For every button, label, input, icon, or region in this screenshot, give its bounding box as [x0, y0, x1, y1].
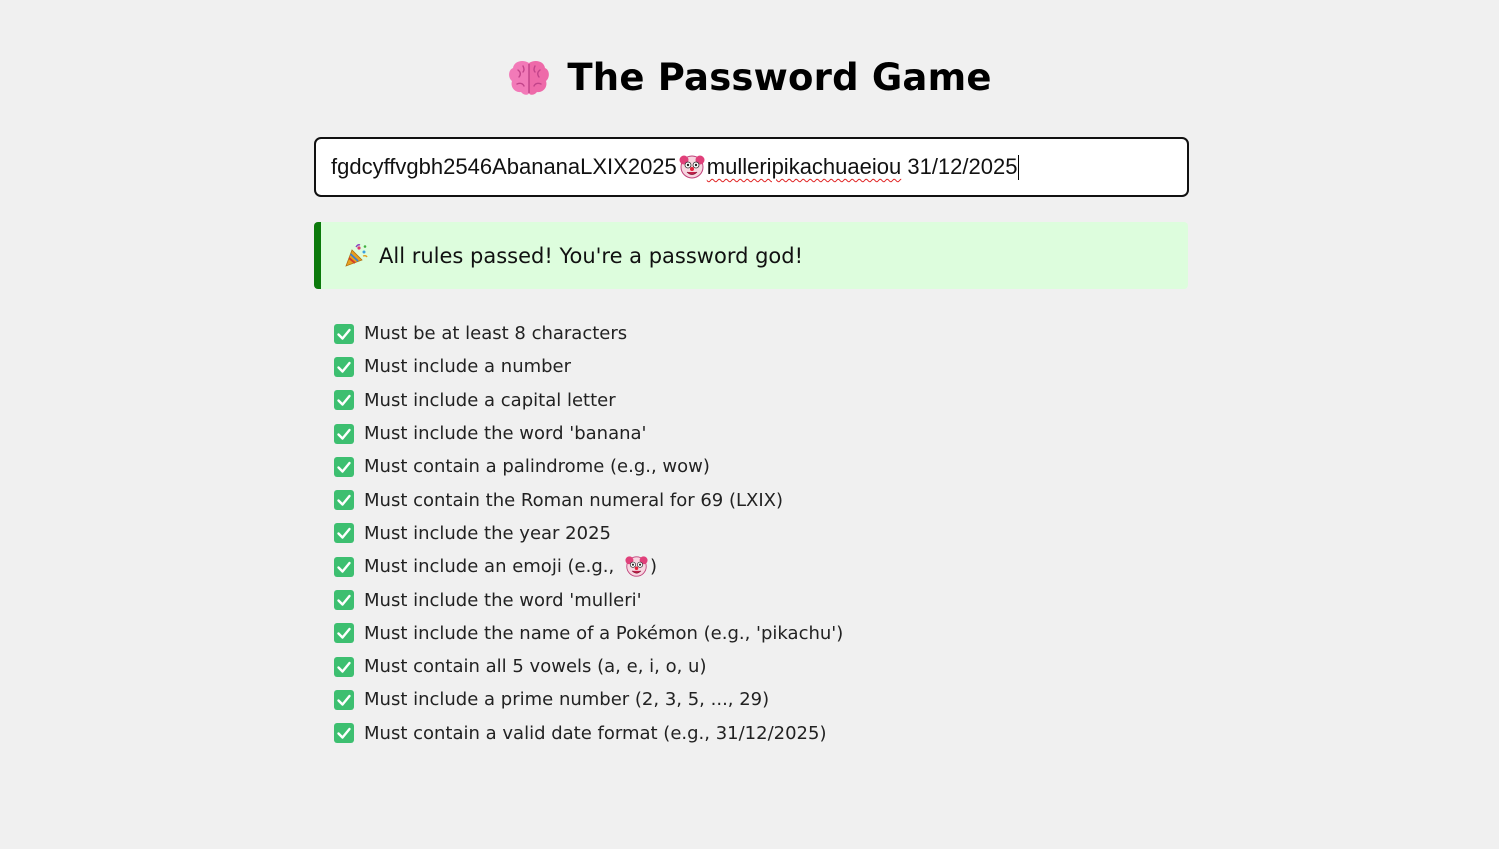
rule-text: Must be at least 8 characters — [364, 323, 628, 345]
check-icon — [334, 556, 354, 577]
rule-text: Must include a prime number (2, 3, 5, ..… — [364, 689, 770, 711]
rule-text-before: Must include an emoji (e.g., — [364, 556, 620, 578]
rule-item: Must contain a palindrome (e.g., wow) — [334, 450, 843, 483]
check-icon — [334, 356, 354, 377]
clown-face-icon — [678, 154, 705, 180]
rules-list: Must be at least 8 characters Must inclu… — [334, 317, 843, 750]
page-title: The Password Game — [567, 55, 992, 99]
rule-item: Must contain a valid date format (e.g., … — [334, 717, 843, 750]
text-caret — [1018, 154, 1020, 180]
check-icon — [334, 423, 354, 444]
check-icon — [334, 689, 354, 710]
party-popper-icon — [343, 243, 369, 269]
rule-item: Must contain the Roman numeral for 69 (L… — [334, 483, 843, 516]
rule-text: Must include an emoji (e.g., ) — [364, 555, 657, 578]
rule-item: Must include a number — [334, 350, 843, 383]
success-message: All rules passed! You're a password god! — [379, 243, 804, 268]
password-game-page: The Password Game fgdcyffvgbh2546Abanana… — [0, 0, 1499, 849]
check-icon — [334, 723, 354, 744]
check-icon — [334, 490, 354, 511]
rule-item: Must include a capital letter — [334, 384, 843, 417]
rule-item: Must contain all 5 vowels (a, e, i, o, u… — [334, 650, 843, 683]
password-input[interactable]: fgdcyffvgbh2546AbananaLXIX2025 mulleripi… — [314, 137, 1189, 197]
rule-text: Must contain the Roman numeral for 69 (L… — [364, 489, 784, 511]
password-value[interactable]: fgdcyffvgbh2546AbananaLXIX2025 mulleripi… — [331, 154, 1020, 180]
check-icon — [334, 456, 354, 477]
rule-item: Must include the name of a Pokémon (e.g.… — [334, 617, 843, 650]
rule-item: Must include the word 'mulleri' — [334, 583, 843, 616]
rule-text: Must include the word 'banana' — [364, 423, 647, 445]
rule-text: Must include a number — [364, 356, 572, 378]
password-misspelled-word: mulleripikachuaeiou — [706, 154, 902, 179]
rule-item: Must include an emoji (e.g., ) — [334, 550, 843, 583]
rule-text: Must include a capital letter — [364, 389, 616, 411]
check-icon — [334, 523, 354, 544]
rule-text: Must contain a palindrome (e.g., wow) — [364, 456, 710, 478]
rule-item: Must be at least 8 characters — [334, 317, 843, 350]
check-icon — [334, 656, 354, 677]
rule-text: Must contain all 5 vowels (a, e, i, o, u… — [364, 656, 707, 678]
check-icon — [334, 590, 354, 611]
brain-icon — [507, 58, 551, 98]
check-icon — [334, 623, 354, 644]
rule-item: Must include a prime number (2, 3, 5, ..… — [334, 683, 843, 716]
page-header: The Password Game — [0, 52, 1499, 102]
check-icon — [334, 323, 354, 344]
clown-face-icon — [624, 555, 648, 578]
rule-item: Must include the word 'banana' — [334, 417, 843, 450]
rule-text: Must include the year 2025 — [364, 522, 611, 544]
rule-text: Must contain a valid date format (e.g., … — [364, 722, 827, 744]
rule-item: Must include the year 2025 — [334, 517, 843, 550]
rule-text: Must include the word 'mulleri' — [364, 589, 642, 611]
rule-text: Must include the name of a Pokémon (e.g.… — [364, 622, 844, 644]
rule-text-after: ) — [649, 556, 657, 578]
password-text-start: fgdcyffvgbh2546AbananaLXIX2025 — [331, 154, 677, 179]
success-banner: All rules passed! You're a password god! — [314, 222, 1188, 289]
check-icon — [334, 390, 354, 411]
password-text-end: 31/12/2025 — [901, 154, 1018, 179]
